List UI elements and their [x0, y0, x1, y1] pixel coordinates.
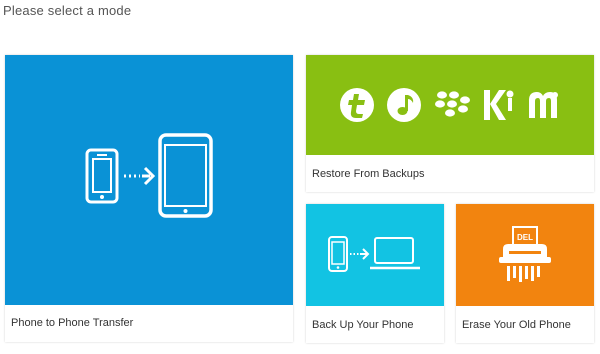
backup-tile-label: Back Up Your Phone: [312, 319, 414, 331]
backup-tile-art: [306, 204, 444, 306]
transfer-tile-art: [5, 55, 293, 305]
phone-to-tablet-transfer-icon: [85, 133, 213, 218]
t-brand-icon: [340, 88, 374, 122]
restore-from-backups-tile[interactable]: Restore From Backups: [306, 55, 594, 192]
restore-tile-label: Restore From Backups: [312, 168, 425, 180]
ki-brand-icon: [484, 90, 514, 120]
blackberry-icon: [435, 91, 470, 117]
phone-to-phone-transfer-tile[interactable]: Phone to Phone Transfer: [5, 55, 293, 342]
mode-selection-page: Please select a mode Phone to Phone Tran…: [0, 0, 600, 354]
m-brand-icon: [529, 92, 558, 118]
phone-to-laptop-icon: [328, 236, 420, 272]
music-note-icon: [387, 88, 421, 122]
erase-your-old-phone-tile[interactable]: DEL Erase Your Old Phone: [456, 204, 594, 343]
back-up-your-phone-tile[interactable]: Back Up Your Phone: [306, 204, 444, 343]
erase-tile-label: Erase Your Old Phone: [462, 319, 571, 331]
shredder-icon: DEL: [499, 226, 551, 282]
erase-tile-art: DEL: [456, 204, 594, 306]
transfer-tile-label: Phone to Phone Transfer: [11, 317, 134, 329]
restore-tile-art: [306, 55, 594, 155]
page-title: Please select a mode: [3, 3, 132, 18]
del-badge: DEL: [517, 233, 533, 242]
